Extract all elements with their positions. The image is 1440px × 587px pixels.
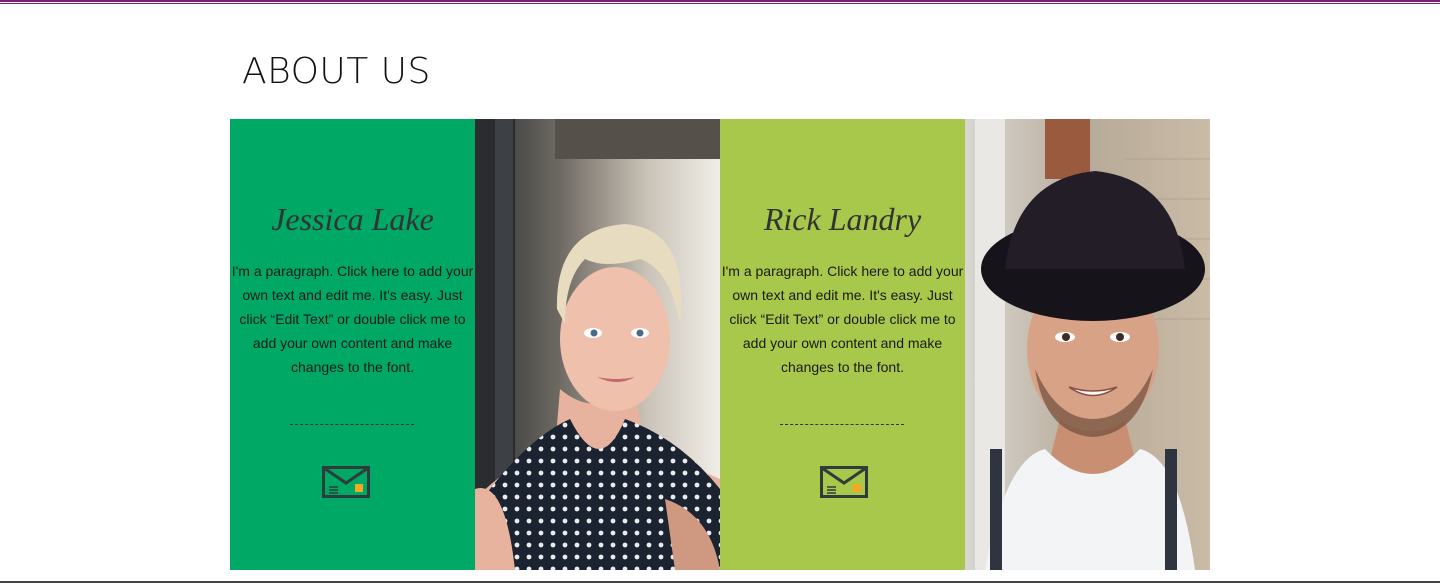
email-button[interactable] <box>820 466 868 498</box>
member-name: Jessica Lake <box>271 201 434 237</box>
email-button[interactable] <box>322 466 370 498</box>
team-card-jessica: Jessica Lake I'm a paragraph. Click here… <box>230 119 475 570</box>
bottom-rule <box>0 581 1440 583</box>
envelope-icon <box>322 466 370 498</box>
member-photo-jessica <box>475 119 720 570</box>
member-bio[interactable]: I'm a paragraph. Click here to add your … <box>230 259 475 379</box>
envelope-icon <box>820 466 868 498</box>
member-name: Rick Landry <box>763 201 922 237</box>
team-card-rick: Rick Landry I'm a paragraph. Click here … <box>720 119 965 570</box>
top-accent-line <box>0 0 1440 2</box>
portrait-photo-icon <box>965 119 1210 570</box>
top-accent-rule <box>0 0 1440 5</box>
portrait-photo-icon <box>475 119 720 570</box>
page-title: ABOUT US <box>242 51 431 92</box>
member-bio[interactable]: I'm a paragraph. Click here to add your … <box>720 259 965 379</box>
top-accent-line-thin <box>0 3 1440 4</box>
dashed-divider <box>290 424 414 425</box>
member-photo-rick <box>965 119 1210 570</box>
dashed-divider <box>780 424 904 425</box>
team-strip: Jessica Lake I'm a paragraph. Click here… <box>230 119 1210 570</box>
